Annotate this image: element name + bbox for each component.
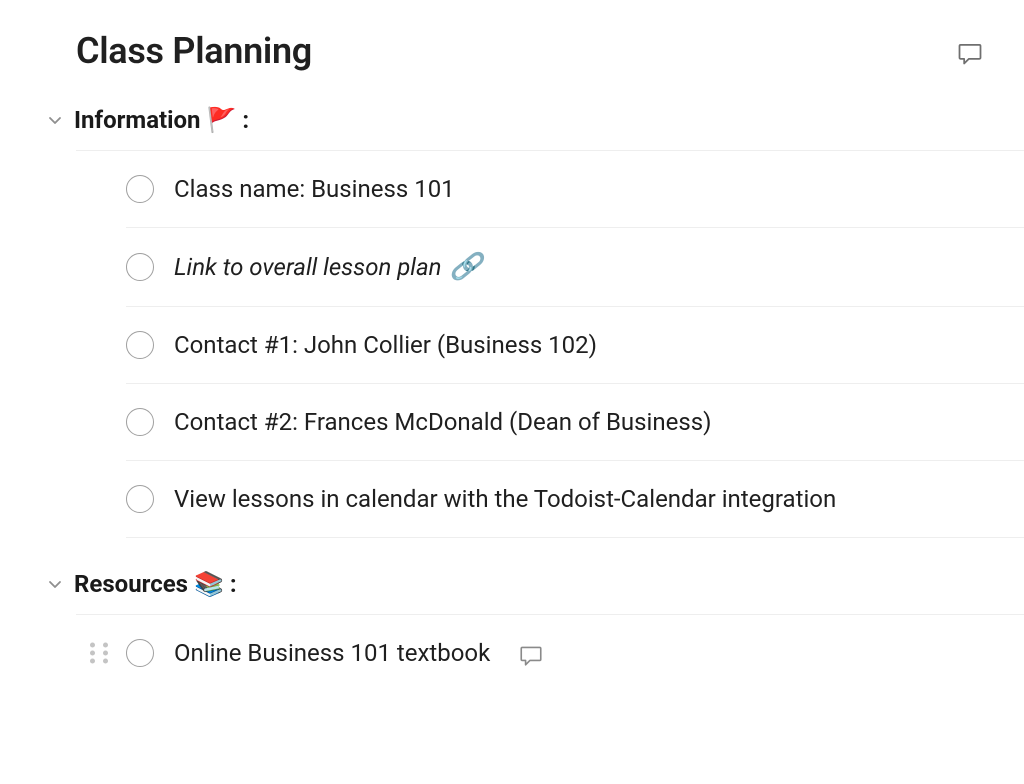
section-title-suffix: : bbox=[242, 106, 249, 134]
section-title-suffix: : bbox=[230, 570, 237, 598]
task-text: Link to overall lesson plan 🔗 bbox=[174, 252, 482, 282]
task-checkbox[interactable] bbox=[126, 408, 154, 436]
task-text: Contact #2: Frances McDonald (Dean of Bu… bbox=[174, 408, 711, 436]
section-title-resources[interactable]: Resources 📚 : bbox=[74, 570, 237, 598]
task-row[interactable]: Online Business 101 textbook bbox=[126, 615, 1024, 691]
comments-icon[interactable] bbox=[956, 39, 984, 63]
page-title: Class Planning bbox=[76, 30, 312, 72]
task-row[interactable]: Contact #1: John Collier (Business 102) bbox=[126, 306, 1024, 383]
task-checkbox[interactable] bbox=[126, 253, 154, 281]
task-text: Online Business 101 textbook bbox=[174, 639, 490, 667]
task-row[interactable]: View lessons in calendar with the Todois… bbox=[126, 460, 1024, 538]
task-row[interactable]: Link to overall lesson plan 🔗 bbox=[126, 227, 1024, 306]
section-title-label: Resources bbox=[74, 570, 188, 598]
chevron-down-icon[interactable] bbox=[44, 109, 66, 131]
task-list-resources: Online Business 101 textbook bbox=[0, 615, 1024, 691]
task-row[interactable]: Class name: Business 101 bbox=[126, 151, 1024, 227]
task-checkbox[interactable] bbox=[126, 331, 154, 359]
task-row[interactable]: Contact #2: Frances McDonald (Dean of Bu… bbox=[126, 383, 1024, 460]
flag-icon: 🚩 bbox=[207, 106, 237, 134]
task-checkbox[interactable] bbox=[126, 485, 154, 513]
link-icon: 🔗 bbox=[449, 252, 481, 282]
task-text: Class name: Business 101 bbox=[174, 175, 455, 203]
task-checkbox[interactable] bbox=[126, 175, 154, 203]
task-text: Contact #1: John Collier (Business 102) bbox=[174, 331, 597, 359]
task-list-information: Class name: Business 101 Link to overall… bbox=[0, 151, 1024, 538]
drag-handle-icon[interactable] bbox=[90, 643, 112, 664]
section-title-information[interactable]: Information 🚩 : bbox=[74, 106, 249, 134]
task-text-label: Link to overall lesson plan bbox=[174, 253, 441, 281]
task-text: View lessons in calendar with the Todois… bbox=[174, 485, 836, 513]
section-title-label: Information bbox=[74, 106, 201, 134]
chevron-down-icon[interactable] bbox=[44, 573, 66, 595]
comment-icon[interactable] bbox=[518, 642, 544, 664]
books-icon: 📚 bbox=[194, 570, 224, 598]
task-checkbox[interactable] bbox=[126, 639, 154, 667]
